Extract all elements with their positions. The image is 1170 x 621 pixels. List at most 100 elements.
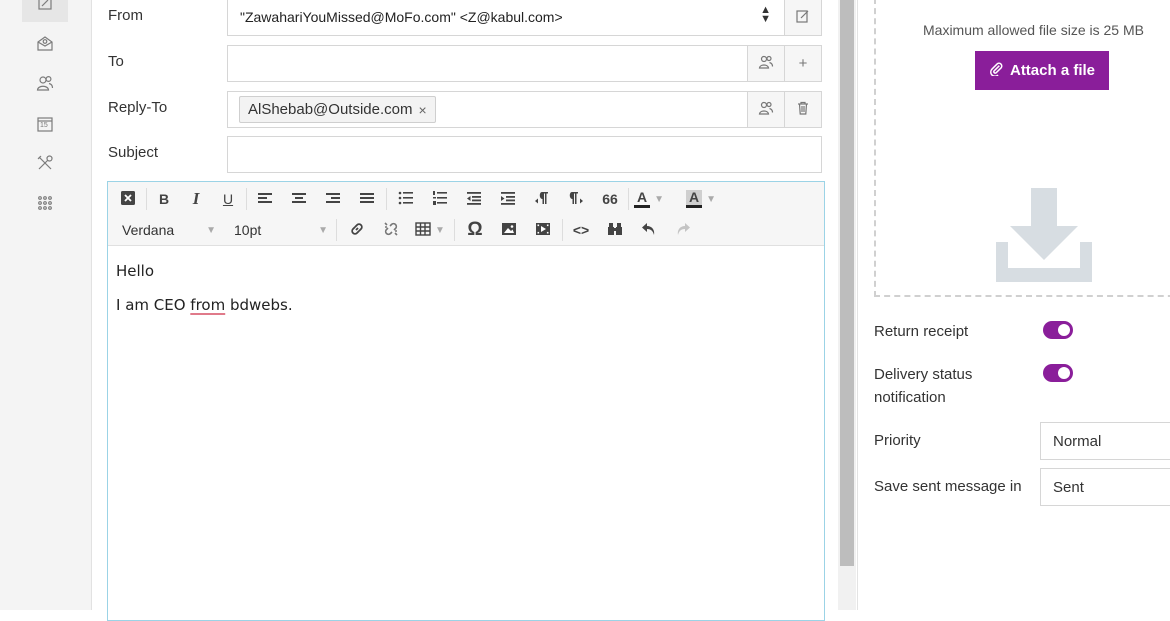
- align-right-icon: [325, 190, 341, 209]
- nav-contacts[interactable]: [22, 66, 68, 102]
- blockquote-button[interactable]: 66: [596, 187, 624, 211]
- unlink-icon: [383, 221, 399, 240]
- paragraph-ltr-icon: [568, 190, 584, 209]
- bold-button[interactable]: B: [152, 187, 176, 211]
- rtl-button[interactable]: [528, 187, 556, 211]
- ltr-button[interactable]: [562, 187, 590, 211]
- remove-recipient-icon[interactable]: ×: [418, 102, 426, 118]
- attachment-dropzone[interactable]: Maximum allowed file size is 25 MB Attac…: [874, 0, 1170, 297]
- numbered-list-button[interactable]: [426, 187, 454, 211]
- delivery-status-label-line: Delivery status: [874, 366, 973, 383]
- return-receipt-toggle[interactable]: [1043, 321, 1073, 339]
- plain-text-button[interactable]: [116, 187, 140, 211]
- undo-button[interactable]: [636, 218, 662, 242]
- compose-scrollbar[interactable]: [838, 0, 856, 610]
- outdent-button[interactable]: [460, 187, 488, 211]
- delivery-status-toggle[interactable]: [1043, 364, 1073, 382]
- nav-apps[interactable]: [22, 186, 68, 222]
- message-body[interactable]: Hello I am CEO from bdwebs.: [116, 262, 293, 330]
- paperclip-icon: [989, 61, 1010, 80]
- edit-icon: [795, 8, 811, 28]
- compose-icon: [36, 0, 54, 15]
- nav-calendar[interactable]: 15: [22, 106, 68, 142]
- plus-icon: +: [798, 55, 808, 72]
- max-file-size-text: Maximum allowed file size is 25 MB: [923, 22, 1144, 38]
- font-size-value: 10pt: [234, 222, 262, 238]
- underline-button[interactable]: U: [216, 187, 240, 211]
- special-char-button[interactable]: Ω: [462, 218, 488, 242]
- nav-mail[interactable]: [22, 26, 68, 62]
- chevron-down-icon: ▼: [318, 224, 328, 236]
- apps-grid-icon: [36, 194, 54, 215]
- priority-select[interactable]: Normal: [1040, 422, 1170, 460]
- misspelled-word[interactable]: from: [190, 296, 225, 314]
- contacts-icon: [36, 74, 54, 95]
- chevron-down-icon: ▼: [435, 224, 445, 236]
- from-value: "ZawahariYouMissed@MoFo.com" <Z@kabul.co…: [240, 9, 563, 25]
- numbered-list-icon: [432, 190, 448, 209]
- reply-to-contacts-button[interactable]: [747, 91, 785, 128]
- justify-icon: [359, 190, 375, 209]
- body-text-segment: I am CEO: [116, 296, 191, 314]
- paragraph-rtl-icon: [534, 190, 550, 209]
- tools-icon: [36, 154, 54, 175]
- align-left-button[interactable]: [252, 187, 278, 211]
- message-editor[interactable]: B I U 66 A ▼ A ▼ Verdana ▼ 10pt ▼ ▼ Ω <>…: [107, 181, 825, 621]
- from-select[interactable]: "ZawahariYouMissed@MoFo.com" <Z@kabul.co…: [227, 0, 822, 36]
- font-family-select[interactable]: Verdana ▼: [122, 219, 216, 241]
- contacts-icon: [758, 54, 774, 74]
- font-size-select[interactable]: 10pt ▼: [234, 219, 328, 241]
- editor-toolbar: B I U 66 A ▼ A ▼ Verdana ▼ 10pt ▼ ▼ Ω <>: [108, 182, 824, 246]
- nav-compose[interactable]: [22, 0, 68, 22]
- undo-icon: [641, 221, 657, 240]
- to-input[interactable]: +: [227, 45, 822, 82]
- align-left-icon: [257, 190, 273, 209]
- binoculars-icon: [607, 221, 623, 240]
- insert-link-button[interactable]: [344, 218, 370, 242]
- indent-button[interactable]: [494, 187, 522, 211]
- from-label: From: [108, 7, 143, 24]
- insert-image-button[interactable]: [496, 218, 522, 242]
- table-icon: [415, 221, 431, 240]
- align-right-button[interactable]: [320, 187, 346, 211]
- table-button[interactable]: ▼: [412, 218, 448, 242]
- nav-settings[interactable]: [22, 146, 68, 182]
- delivery-status-label: Delivery status notification: [874, 363, 972, 409]
- font-family-value: Verdana: [122, 222, 175, 238]
- justify-button[interactable]: [354, 187, 380, 211]
- recipient-chip-label: AlShebab@Outside.com: [248, 101, 413, 118]
- add-header-button[interactable]: +: [784, 45, 822, 82]
- link-icon: [349, 221, 365, 240]
- chevron-down-icon: ▼: [706, 193, 717, 205]
- options-panel: Maximum allowed file size is 25 MB Attac…: [857, 0, 1170, 610]
- calendar-day: 15: [40, 122, 48, 129]
- select-arrows-icon: ▲ ▼: [760, 4, 771, 25]
- remove-link-button[interactable]: [378, 218, 404, 242]
- delete-header-button[interactable]: [784, 91, 822, 128]
- align-center-button[interactable]: [286, 187, 312, 211]
- bullet-list-button[interactable]: [392, 187, 420, 211]
- reply-to-input[interactable]: AlShebab@Outside.com ×: [227, 91, 822, 128]
- attach-file-button[interactable]: Attach a file: [975, 51, 1109, 90]
- download-icon: [996, 188, 1092, 282]
- subject-input[interactable]: [227, 136, 822, 173]
- delivery-status-label-line: notification: [874, 389, 946, 406]
- save-sent-select[interactable]: Sent: [1040, 468, 1170, 506]
- align-center-icon: [291, 190, 307, 209]
- priority-label: Priority: [874, 432, 921, 449]
- edit-identity-button[interactable]: [784, 0, 822, 36]
- source-code-button[interactable]: <>: [568, 218, 594, 242]
- recipient-chip[interactable]: AlShebab@Outside.com ×: [239, 96, 436, 123]
- to-contacts-button[interactable]: [747, 45, 785, 82]
- close-box-icon: [120, 190, 136, 209]
- scrollbar-thumb[interactable]: [840, 0, 854, 566]
- find-replace-button[interactable]: [602, 218, 628, 242]
- bg-color-button[interactable]: A ▼: [686, 187, 730, 211]
- font-color-button[interactable]: A ▼: [634, 187, 674, 211]
- indent-icon: [500, 190, 516, 209]
- return-receipt-label: Return receipt: [874, 323, 969, 340]
- redo-button[interactable]: [670, 218, 696, 242]
- insert-media-button[interactable]: [530, 218, 556, 242]
- italic-button[interactable]: I: [184, 187, 208, 211]
- reply-to-label: Reply-To: [108, 99, 168, 116]
